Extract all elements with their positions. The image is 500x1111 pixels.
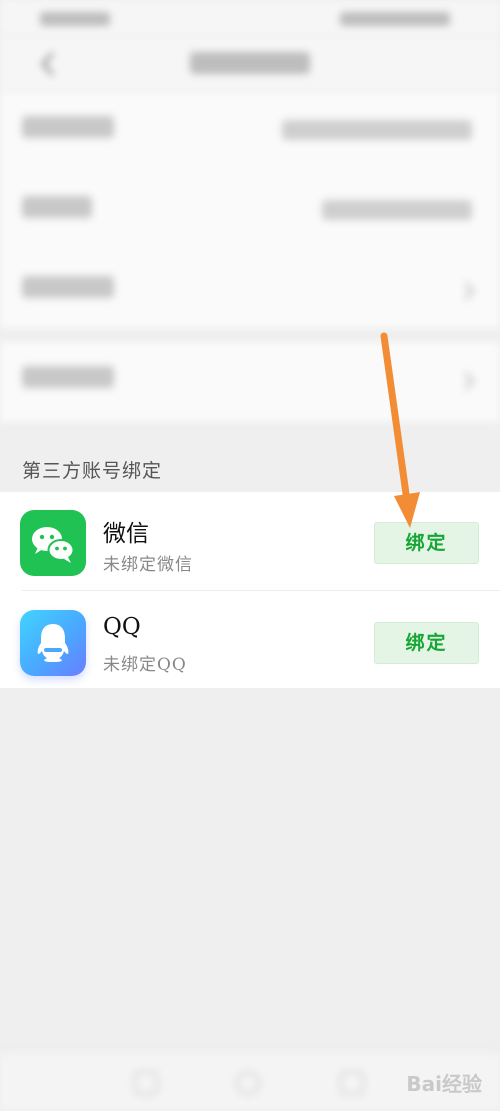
setting-label xyxy=(22,196,92,224)
bind-item-name: QQ xyxy=(103,614,141,640)
setting-row-login-password[interactable] xyxy=(0,252,500,332)
annotation-arrow-icon xyxy=(380,332,420,528)
bind-row-qq: QQ 未绑定QQ 绑定 xyxy=(0,592,500,690)
nav-bar xyxy=(0,36,500,92)
page-title xyxy=(0,50,500,75)
chevron-right-icon xyxy=(464,282,475,300)
bind-item-name: 微信 xyxy=(103,521,149,547)
bind-item-status: 未绑定微信 xyxy=(103,555,193,575)
qq-icon xyxy=(20,610,86,676)
status-bar-left xyxy=(40,12,110,26)
setting-row-phone[interactable] xyxy=(0,172,500,252)
back-icon[interactable] xyxy=(340,1071,364,1095)
menu-icon[interactable] xyxy=(134,1071,158,1095)
chevron-right-icon xyxy=(464,372,475,390)
wechat-icon xyxy=(20,510,86,576)
setting-row-account-id[interactable] xyxy=(0,92,500,172)
status-bar-right xyxy=(340,12,450,26)
setting-value xyxy=(282,120,472,140)
setting-label xyxy=(22,276,114,304)
setting-label xyxy=(22,366,114,394)
account-settings-group xyxy=(0,92,500,328)
row-divider xyxy=(22,590,500,591)
bind-item-status: 未绑定QQ xyxy=(103,655,187,675)
watermark: Bai经验 xyxy=(406,1072,482,1096)
bind-qq-button[interactable]: 绑定 xyxy=(374,622,479,664)
setting-label xyxy=(22,116,114,144)
status-bar xyxy=(0,0,500,36)
section-header-third-party: 第三方账号绑定 xyxy=(22,460,163,482)
setting-value xyxy=(322,200,472,220)
home-icon[interactable] xyxy=(236,1071,260,1095)
